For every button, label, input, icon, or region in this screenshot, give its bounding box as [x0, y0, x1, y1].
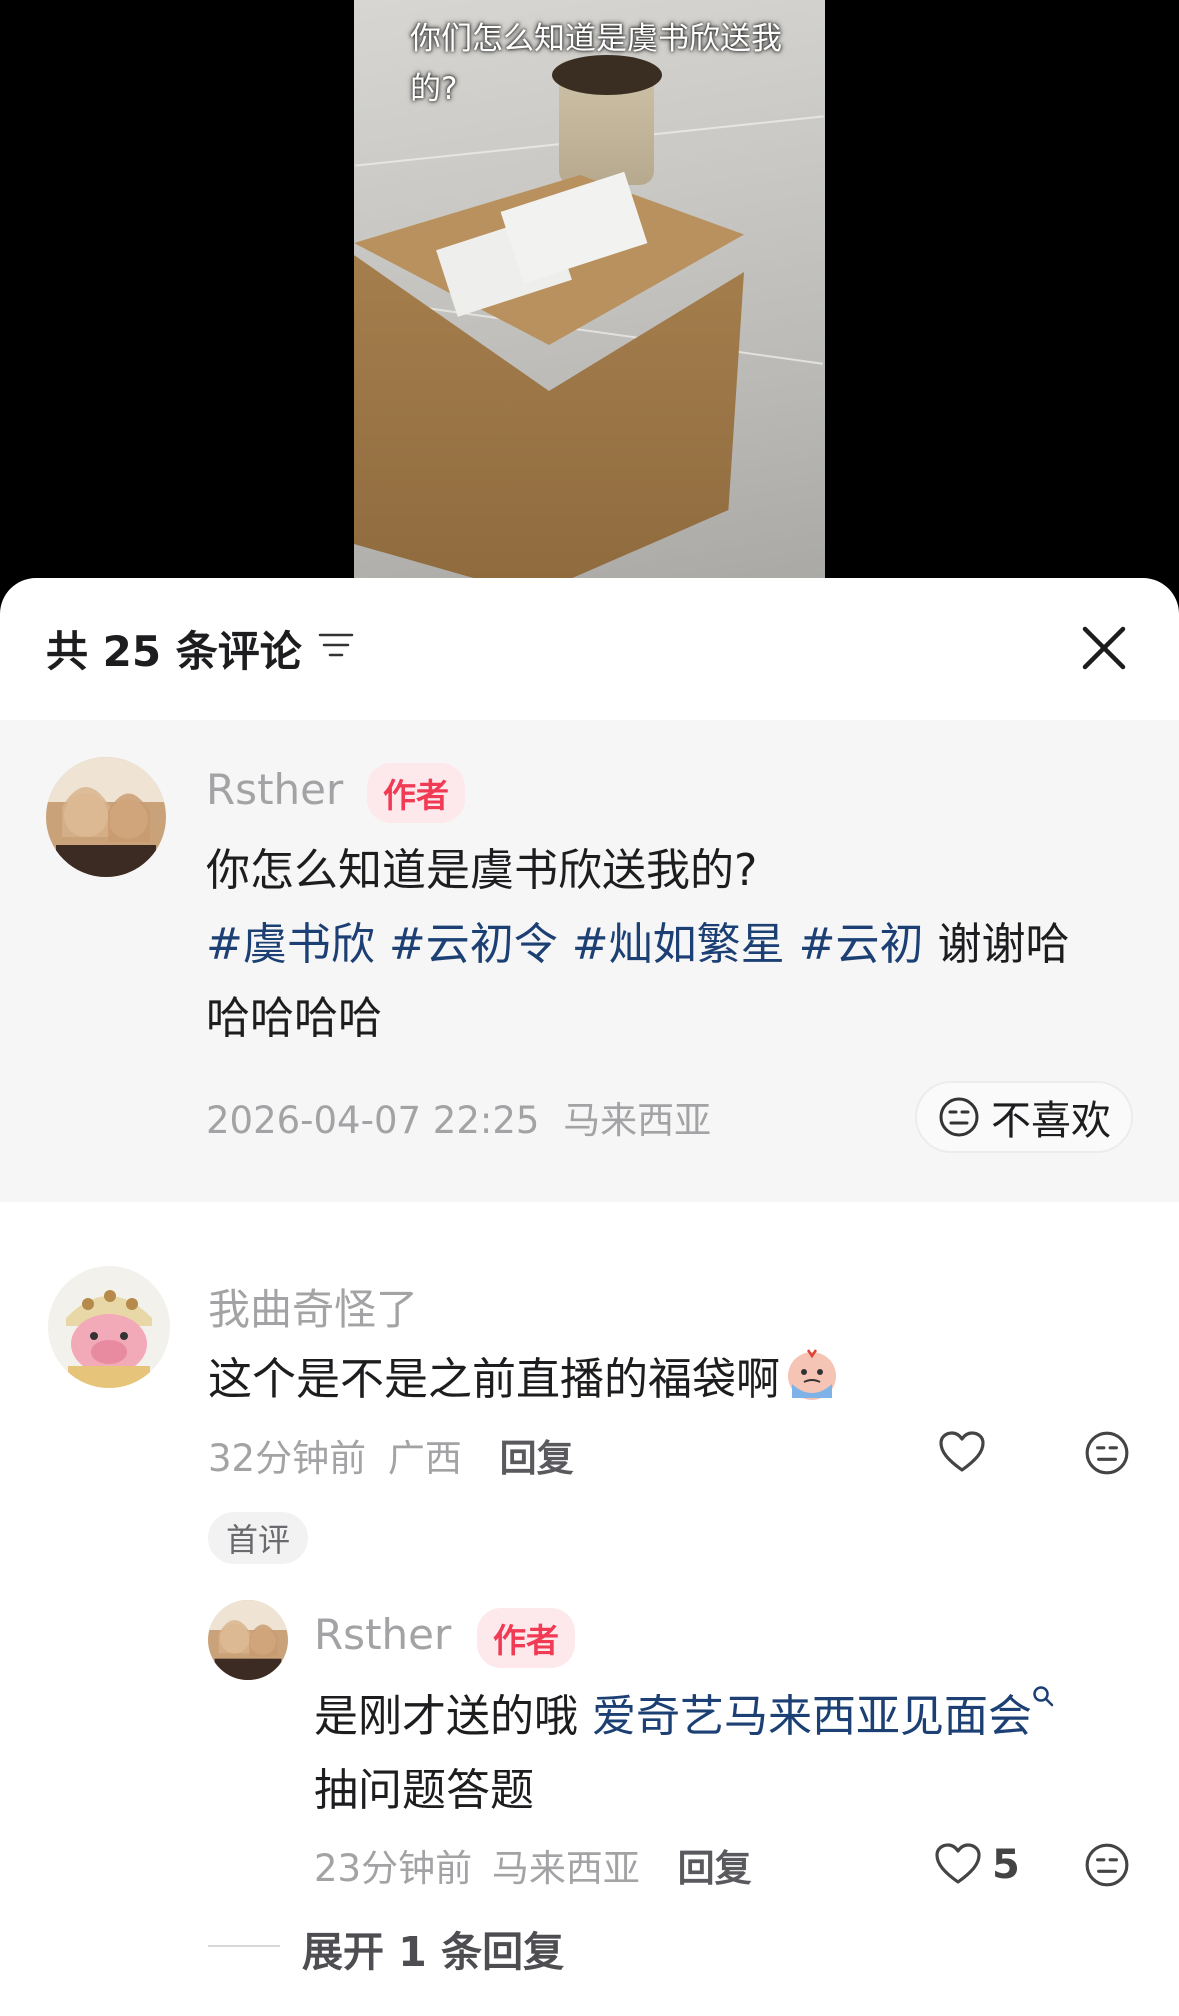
- comment-text: 谢谢哈: [937, 919, 1070, 970]
- comment-text-hashtags: #虞书欣 #云初令 #灿如繁星 #云初 谢谢哈: [206, 908, 1070, 982]
- first-comment-badge: 首评: [208, 1512, 309, 1564]
- expand-divider: [208, 1945, 280, 1947]
- video-player[interactable]: 你们怎么知道是虞书欣送我的?: [354, 0, 825, 590]
- reply-text-body: 是刚才送的哦: [314, 1691, 578, 1742]
- hashtag-link[interactable]: #云初令: [389, 919, 558, 970]
- comment-text-body: 这个是不是之前直播的福袋啊: [208, 1354, 780, 1405]
- comment-text: 你怎么知道是虞书欣送我的?: [206, 845, 758, 896]
- search-link[interactable]: 爱奇艺马来西亚见面会: [592, 1691, 1032, 1742]
- reply-text: 是刚才送的哦 爱奇艺马来西亚见面会: [314, 1680, 1054, 1754]
- comment-location: 马来西亚: [563, 1099, 712, 1142]
- reply-time: 23分钟前: [314, 1847, 473, 1890]
- comments-header: 共 25 条评论: [0, 578, 1179, 718]
- heart-icon[interactable]: [934, 1842, 982, 1886]
- author-badge: 作者: [477, 1608, 575, 1668]
- dislike-button[interactable]: 不喜欢: [915, 1081, 1133, 1153]
- reply-text: 抽问题答题: [314, 1765, 534, 1816]
- expand-replies-button[interactable]: 展开 1 条回复: [302, 1918, 564, 1978]
- reply-button[interactable]: 回复: [500, 1437, 574, 1480]
- dislike-label: 不喜欢: [991, 1098, 1111, 1144]
- avatar[interactable]: [46, 757, 166, 877]
- reply-location: 马来西亚: [491, 1847, 640, 1890]
- hashtag-link[interactable]: #虞书欣: [206, 919, 375, 970]
- hashtag-link[interactable]: #云初: [799, 919, 924, 970]
- comment-location: 广西: [387, 1437, 462, 1480]
- heart-icon[interactable]: [938, 1430, 986, 1474]
- crying-sticker-icon: [788, 1349, 836, 1400]
- neutral-face-icon: [939, 1097, 979, 1137]
- comment-timestamp: 2026-04-07 22:25: [206, 1099, 540, 1142]
- sort-filter-icon[interactable]: [316, 631, 356, 661]
- reply-button[interactable]: 回复: [678, 1847, 752, 1890]
- dislike-face-icon[interactable]: [1084, 1842, 1130, 1888]
- close-icon[interactable]: [1079, 623, 1129, 673]
- comment-username[interactable]: 我曲奇怪了: [208, 1276, 418, 1337]
- comment-text: 这个是不是之前直播的福袋啊: [208, 1343, 842, 1417]
- like-count: 5: [992, 1842, 1020, 1888]
- reply-meta: 23分钟前 马来西亚 回复: [314, 1838, 752, 1892]
- comment-meta: 2026-04-07 22:25 马来西亚: [206, 1090, 711, 1144]
- author-badge: 作者: [367, 763, 465, 823]
- search-icon[interactable]: [1032, 1685, 1054, 1709]
- comment-username[interactable]: Rsther: [206, 765, 343, 814]
- video-caption: 你们怎么知道是虞书欣送我的?: [410, 21, 782, 107]
- comment-text: 哈哈哈哈: [206, 993, 382, 1044]
- hashtag-link[interactable]: #灿如繁星: [572, 919, 785, 970]
- dislike-face-icon[interactable]: [1084, 1430, 1130, 1476]
- avatar[interactable]: [48, 1266, 170, 1388]
- comments-count-title: 共 25 条评论: [46, 626, 302, 676]
- comment-time: 32分钟前: [208, 1437, 367, 1480]
- comment-meta: 32分钟前 广西 回复: [208, 1428, 574, 1482]
- reply-username[interactable]: Rsther: [314, 1610, 451, 1659]
- avatar[interactable]: [208, 1600, 288, 1680]
